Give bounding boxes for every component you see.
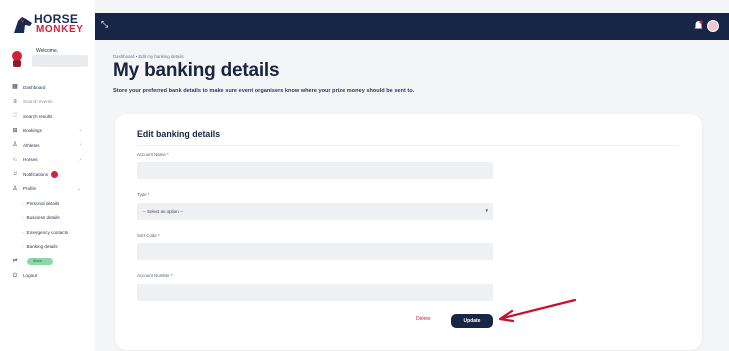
sidebar-item-profile[interactable]: ♙ Profile ⌄ [0, 182, 95, 197]
type-select[interactable]: -- Select an option -- ▾ [137, 203, 493, 220]
logo-word-monkey: MONKEY [36, 24, 84, 35]
user-avatar-icon [12, 51, 22, 67]
account-number-input[interactable] [137, 284, 493, 301]
sidebar-subitem-personal-details[interactable]: - Personal details [0, 196, 95, 211]
sidebar-item-athletes[interactable]: ♙ Athletes › [0, 138, 95, 153]
list-icon: ≡ [13, 98, 17, 105]
profile-avatar[interactable] [707, 20, 719, 32]
sidebar-item-notifications[interactable]: ♫ Notifications [0, 167, 95, 182]
sidebar-item-label: Horses [23, 157, 38, 163]
dashboard-icon: ▦ [12, 84, 18, 91]
sidebar-item-horses[interactable]: ♘ Horses › [0, 153, 95, 168]
delete-button[interactable]: Delete [416, 316, 430, 322]
sidebar-item-label: Profile [23, 186, 37, 192]
sidebar-item-label: Emergency contacts [26, 229, 69, 235]
sidebar-item-label: Personal details [26, 200, 60, 206]
sidebar-subitem-emergency-contacts[interactable]: - Emergency contacts [0, 225, 95, 240]
bookings-icon: ⊞ [12, 127, 18, 134]
toggle-label: Show [33, 258, 42, 263]
bell-icon: ♫ [12, 171, 18, 178]
profile-icon: ♙ [12, 185, 18, 192]
collapse-sidebar-icon[interactable]: ⤡ [101, 19, 108, 30]
user-name-placeholder [32, 55, 88, 67]
annotation-arrow-icon [498, 298, 577, 323]
welcome-text: Welcome, [36, 48, 59, 54]
sidebar-item-search-results[interactable]: ♡ Search results [0, 109, 95, 124]
switch-icon: ⇌ [12, 258, 18, 265]
sidebar-item-dashboard[interactable]: ▦ Dashboard [0, 80, 95, 95]
heart-icon: ♡ [12, 113, 18, 120]
horse-icon: ♘ [12, 156, 18, 163]
sort-code-input[interactable] [137, 243, 493, 260]
account-number-label: Account Number * [137, 273, 173, 278]
sidebar-item-label: Bookings [23, 128, 42, 134]
sidebar-item-toggle[interactable]: ⇌ Show [0, 254, 95, 269]
sidebar-item-search-events[interactable]: ≡ Search events [0, 95, 95, 110]
sidebar-subitem-banking-details[interactable]: - Banking details [0, 240, 95, 255]
breadcrumb-separator: • [135, 54, 138, 59]
page-subtitle: Store your preferred bank details to mak… [113, 88, 415, 94]
sidebar-subitem-business-details[interactable]: - Business details [0, 211, 95, 226]
breadcrumb-current: Edit my banking details [138, 54, 184, 59]
type-select-value: -- Select an option -- [143, 209, 183, 214]
sidebar-item-label: Notifications [23, 171, 49, 177]
type-label: Type * [137, 192, 150, 197]
sidebar-item-label: Banking details [26, 244, 58, 250]
show-toggle[interactable]: Show [27, 257, 53, 265]
breadcrumb: Dashboard • Edit my banking details [113, 54, 184, 59]
sidebar-item-bookings[interactable]: ⊞ Bookings › [0, 124, 95, 139]
power-icon: ⏻ [12, 272, 18, 279]
sidebar-nav: ▦ Dashboard ≡ Search events ♡ Search res… [0, 80, 95, 283]
notification-count-badge [51, 170, 59, 178]
sub-bullet: - [22, 200, 24, 206]
user-panel: Welcome, [8, 46, 88, 74]
chevron-down-icon: ⌄ [76, 185, 81, 192]
sidebar-item-label: Athletes [23, 142, 40, 148]
horse-monkey-logo[interactable]: HORSE MONKEY [12, 12, 84, 38]
card-title: Edit banking details [137, 129, 221, 139]
sidebar-item-label: Search results [23, 113, 53, 119]
select-caret-icon: ▾ [485, 208, 488, 214]
sidebar-item-label: Dashboard [23, 84, 46, 90]
sidebar-item-label: Search events [23, 99, 53, 105]
chevron-right-icon: › [79, 142, 81, 149]
card-divider [137, 145, 679, 146]
update-button[interactable]: Update [451, 314, 493, 328]
sidebar-item-label: Logout [23, 273, 38, 279]
chevron-right-icon: › [79, 127, 81, 134]
athlete-icon: ♙ [12, 142, 18, 149]
sidebar-item-logout[interactable]: ⏻ Logout [0, 269, 95, 284]
sub-bullet: - [22, 244, 24, 250]
chevron-right-icon: › [79, 156, 81, 163]
notification-bell-icon[interactable] [694, 20, 703, 31]
sidebar: HORSE MONKEY Welcome, ▦ Dashboard ≡ Sear… [0, 0, 95, 351]
account-name-input[interactable] [137, 162, 493, 179]
banking-details-card: Edit banking details Account Name * Type… [115, 114, 702, 350]
page-title: My banking details [113, 60, 280, 81]
horse-head-logo-icon [14, 17, 32, 33]
sort-code-label: Sort Code * [137, 233, 160, 238]
account-name-label: Account Name * [137, 152, 169, 157]
sub-bullet: - [22, 215, 24, 221]
sub-bullet: - [22, 229, 24, 235]
breadcrumb-home-link[interactable]: Dashboard [113, 54, 134, 59]
top-bar: ⤡ [95, 13, 729, 40]
sidebar-item-label: Business details [26, 215, 60, 221]
